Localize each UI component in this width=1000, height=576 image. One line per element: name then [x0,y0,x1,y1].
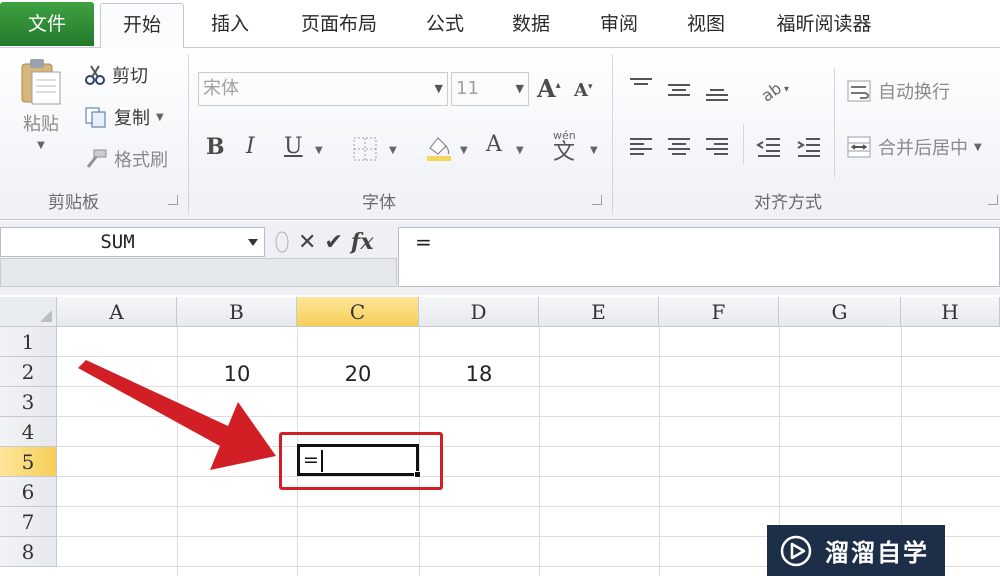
watermark-text: 溜溜自学 [825,539,929,567]
watermark-badge: 溜溜自学 [767,525,945,576]
play-logo-icon [779,534,813,568]
annotation-arrow-icon [78,360,276,470]
